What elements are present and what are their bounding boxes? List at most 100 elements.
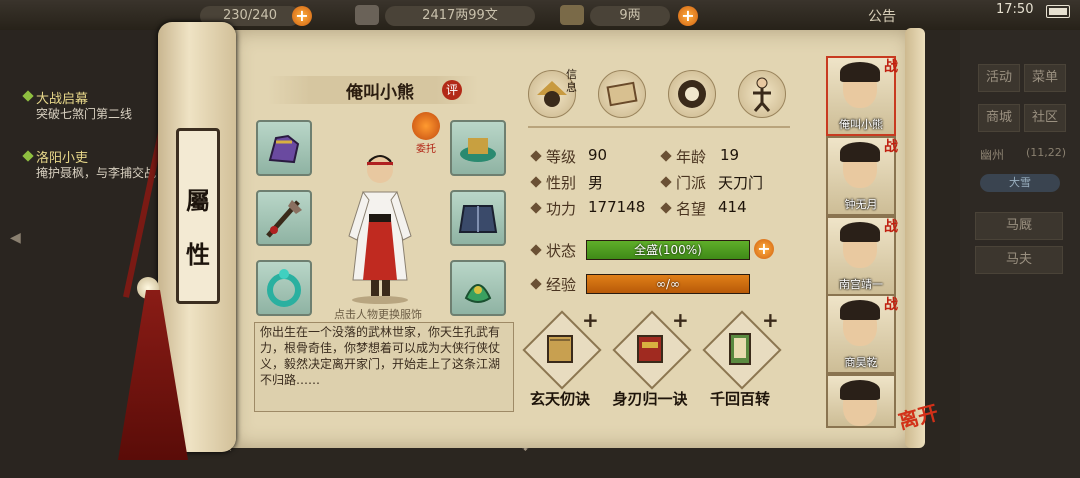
clock: 17:50 xyxy=(996,2,1034,17)
status-label: 状态 xyxy=(546,242,577,260)
in-battle-tag: 战 xyxy=(884,219,898,235)
review-button[interactable]: 评 xyxy=(442,80,462,100)
power-value: 177148 xyxy=(588,198,646,216)
skill-add-icon[interactable]: + xyxy=(672,308,689,332)
party-member-3[interactable]: 战 南宫靖一 xyxy=(826,216,898,296)
equip-slot-ring[interactable] xyxy=(256,260,312,316)
weather-indicator: 大雪 xyxy=(980,174,1060,192)
party-member-1[interactable]: 战 俺叫小熊 xyxy=(826,56,898,136)
status-bar-text: 全盛(100%) xyxy=(634,243,702,257)
equip-slot-gloves[interactable] xyxy=(256,120,312,176)
party-member-5[interactable] xyxy=(826,374,896,428)
add-stamina-button[interactable]: + xyxy=(292,6,312,26)
shop-button[interactable]: 商城 xyxy=(978,104,1020,132)
age-value: 19 xyxy=(720,146,740,164)
add-gold-button[interactable]: + xyxy=(678,6,698,26)
stable-label: 马厩 xyxy=(1005,218,1032,233)
portrait-hair xyxy=(840,142,880,162)
portrait-hair xyxy=(840,62,880,82)
title-char-1: 屬 xyxy=(186,186,210,215)
gender-value: 男 xyxy=(588,174,604,192)
level-value: 90 xyxy=(588,146,608,164)
portrait-hair xyxy=(840,222,880,242)
party-member-name: 俺叫小熊 xyxy=(839,118,883,131)
panel-title-plaque: 屬 性 xyxy=(176,128,220,304)
quest-desc-2[interactable]: 掩护聂枫，与李捕交战 xyxy=(36,165,156,181)
equip-slot-weapon[interactable] xyxy=(256,190,312,246)
skill-name-3: 千回百转 xyxy=(709,390,770,408)
community-button[interactable]: 社区 xyxy=(1024,104,1066,132)
gloves-icon xyxy=(268,134,300,164)
in-battle-tag: 战 xyxy=(884,139,898,155)
skill-add-icon[interactable]: + xyxy=(582,308,599,332)
portrait-hair xyxy=(840,300,880,320)
age-label: 年龄 xyxy=(676,148,707,166)
level-label: 等级 xyxy=(546,148,577,166)
portrait-hair xyxy=(840,380,880,400)
ingot-icon xyxy=(560,5,584,25)
party-member-2[interactable]: 战 钟无月 xyxy=(826,136,898,216)
party-member-name: 钟无月 xyxy=(844,198,878,211)
equip-slot-armor[interactable] xyxy=(450,190,506,246)
stamina-text: 230/240 xyxy=(222,8,277,23)
gold-display: 9两 xyxy=(590,6,670,26)
stable-button[interactable]: 马厩 xyxy=(975,212,1063,240)
map-tab-icon xyxy=(606,81,638,107)
exp-bar: ∞/∞ xyxy=(586,274,750,294)
meridian-tab-icon xyxy=(753,77,771,112)
character-name: 俺叫小熊 xyxy=(346,83,414,103)
bagua-tab-icon xyxy=(678,80,706,108)
title-char-2: 性 xyxy=(186,240,210,269)
in-battle-tag: 战 xyxy=(884,297,898,313)
party-member-name: 商昊乾 xyxy=(844,356,878,369)
power-label: 功力 xyxy=(546,200,577,218)
menu-button[interactable]: 菜单 xyxy=(1024,64,1066,92)
skill-book-icon xyxy=(547,335,573,363)
exp-bar-text: ∞/∞ xyxy=(655,277,681,291)
change-outfit-hint: 点击人物更换服饰 xyxy=(334,308,422,321)
exp-label: 经验 xyxy=(546,276,577,294)
location-coords: (11,22) xyxy=(1026,146,1067,159)
character-model[interactable] xyxy=(335,140,425,305)
meridian-tab[interactable] xyxy=(738,70,786,118)
party-member-4[interactable]: 战 商昊乾 xyxy=(826,294,898,374)
fame-label: 名望 xyxy=(676,200,707,218)
restore-status-button[interactable]: + xyxy=(754,239,774,259)
skill-manual-icon xyxy=(729,333,751,365)
hat-icon xyxy=(460,138,496,162)
equip-slot-hat[interactable] xyxy=(450,120,506,176)
jade-ring-icon xyxy=(267,269,301,307)
money-text: 2417两99文 xyxy=(422,8,498,23)
gold-text: 9两 xyxy=(619,8,641,23)
groom-label: 马夫 xyxy=(1005,252,1032,267)
quest-desc-1[interactable]: 突破七煞门第二线 xyxy=(36,106,156,122)
status-bar: 全盛(100%) xyxy=(586,240,750,260)
notice-button[interactable]: 公告 xyxy=(868,6,896,26)
equip-slot-accessory[interactable] xyxy=(450,260,506,316)
skill-scroll-icon xyxy=(637,335,663,363)
entrust-button[interactable] xyxy=(412,112,440,140)
divider xyxy=(528,126,790,128)
fame-value: 414 xyxy=(718,198,747,216)
armor-icon xyxy=(458,205,498,233)
weather-text: 大雪 xyxy=(1009,176,1031,189)
coin-icon xyxy=(355,5,379,25)
scroll-roller-right xyxy=(905,28,925,448)
activity-button[interactable]: 活动 xyxy=(978,64,1020,92)
money-display: 2417两99文 xyxy=(385,6,535,26)
in-battle-tag: 战 xyxy=(884,59,898,75)
quest-title-1[interactable]: 大战启幕 xyxy=(36,88,88,107)
quest-title-2[interactable]: 洛阳小吏 xyxy=(36,147,88,166)
sect-value: 天刀门 xyxy=(718,174,764,192)
battery-icon xyxy=(1046,5,1070,18)
collapse-left-arrow-icon[interactable]: ◀ xyxy=(10,230,24,248)
map-tab[interactable] xyxy=(598,70,646,118)
groom-button[interactable]: 马夫 xyxy=(975,246,1063,274)
bagua-tab[interactable] xyxy=(668,70,716,118)
info-tab-label: 信息 xyxy=(566,68,577,94)
skill-name-2: 身刃归一诀 xyxy=(612,390,688,408)
weapon-icon xyxy=(266,200,302,238)
skill-add-icon[interactable]: + xyxy=(762,308,779,332)
location-name: 幽州 xyxy=(980,148,1005,162)
party-member-name: 南宫靖一 xyxy=(839,278,883,291)
